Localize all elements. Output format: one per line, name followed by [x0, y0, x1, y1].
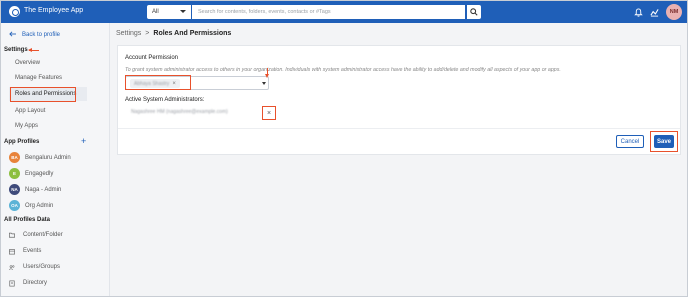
breadcrumb-parent[interactable]: Settings — [116, 30, 141, 37]
annotation-arrow-settings — [28, 48, 39, 52]
settings-section-label: Settings — [4, 47, 28, 53]
permission-card: Account Permission To grant system admin… — [117, 45, 681, 155]
back-link-label: Back to profile — [22, 32, 61, 38]
directory-icon — [9, 280, 15, 286]
sidebar: Back to profile Settings Overview Manage… — [1, 23, 110, 296]
notification-bell-icon[interactable] — [633, 7, 643, 17]
chevron-down-icon[interactable] — [262, 82, 266, 85]
sidebar-item-my-apps[interactable]: My Apps — [15, 123, 38, 129]
profile-name: Org Admin — [25, 202, 54, 209]
sidebar-item-overview[interactable]: Overview — [15, 60, 40, 66]
profile-item-engagedly[interactable]: E Engagedly — [9, 168, 53, 179]
all-profiles-data-label: All Profiles Data — [4, 217, 51, 223]
search-input[interactable] — [192, 5, 465, 19]
profile-item-org-admin[interactable]: OA Org Admin — [9, 200, 53, 211]
app-logo-icon — [9, 6, 20, 17]
profile-item-bengaluru-admin[interactable]: BA Bengaluru Admin — [9, 152, 71, 163]
cancel-button[interactable]: Cancel — [616, 135, 644, 148]
sidebar-item-content-folder[interactable]: Content/Folder — [9, 232, 63, 238]
analytics-icon[interactable] — [649, 7, 659, 17]
breadcrumb-separator: > — [145, 30, 150, 37]
sidebar-item-directory[interactable]: Directory — [9, 280, 47, 286]
calendar-icon — [9, 248, 15, 254]
app-title: The Employee App — [24, 7, 84, 14]
page-title: Roles And Permissions — [153, 30, 232, 37]
profile-name: Bengaluru Admin — [25, 154, 71, 161]
arrow-left-icon — [9, 31, 16, 39]
sidebar-item-label: Events — [23, 248, 42, 254]
search-scope-value: All — [152, 9, 159, 15]
profile-item-naga-admin[interactable]: NA Naga - Admin — [9, 184, 61, 195]
account-permission-description: To grant system administrator access to … — [125, 67, 561, 73]
search-icon — [470, 8, 478, 16]
folder-icon — [9, 232, 15, 238]
sidebar-item-app-layout[interactable]: App Layout — [15, 108, 45, 114]
sidebar-item-users-groups[interactable]: Users/Groups — [9, 264, 60, 270]
profile-avatar: E — [9, 168, 20, 179]
app-profiles-label: App Profiles — [4, 139, 40, 145]
add-profile-icon[interactable]: + — [81, 137, 86, 146]
top-bar: The Employee App All NM — [1, 1, 687, 23]
profile-avatar: BA — [9, 152, 20, 163]
users-icon — [9, 264, 15, 270]
annotation-highlight-roles — [10, 87, 76, 102]
annotation-highlight-chip — [125, 75, 191, 90]
admin-entry: Nagashree HM (nagashree@example.com) — [131, 109, 228, 115]
sidebar-item-events[interactable]: Events — [9, 248, 41, 254]
annotation-highlight-save — [650, 131, 678, 152]
breadcrumb: Settings > Roles And Permissions — [116, 30, 231, 37]
search-scope-select[interactable]: All — [147, 5, 191, 19]
main-content: Settings > Roles And Permissions Account… — [110, 23, 687, 296]
profile-name: Naga - Admin — [25, 186, 62, 193]
active-admins-title: Active System Administrators: — [125, 97, 205, 103]
back-to-profile-link[interactable]: Back to profile — [9, 31, 60, 39]
search-button[interactable] — [467, 5, 481, 19]
annotation-highlight-remove — [262, 106, 276, 120]
annotation-arrow-dropdown — [265, 68, 269, 78]
divider — [118, 128, 680, 129]
chevron-down-icon — [180, 10, 186, 13]
account-permission-title: Account Permission — [125, 55, 179, 61]
user-avatar[interactable]: NM — [666, 4, 682, 20]
profile-name: Engagedly — [25, 170, 54, 177]
sidebar-item-manage-features[interactable]: Manage Features — [15, 75, 62, 81]
sidebar-item-label: Content/Folder — [23, 232, 63, 238]
sidebar-item-label: Directory — [23, 280, 48, 286]
sidebar-item-label: Users/Groups — [23, 264, 61, 270]
profile-avatar: OA — [9, 200, 20, 211]
profile-avatar: NA — [9, 184, 20, 195]
